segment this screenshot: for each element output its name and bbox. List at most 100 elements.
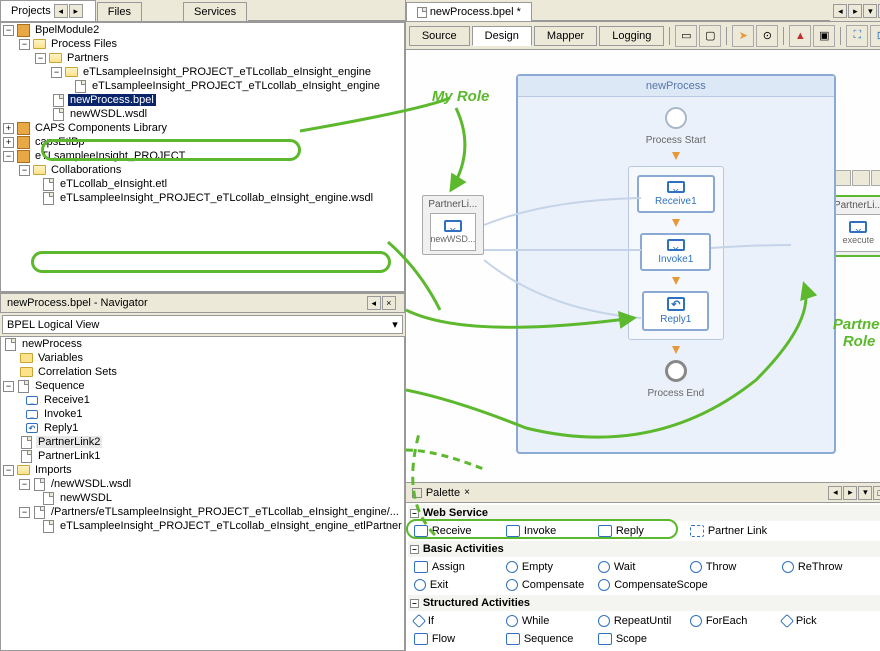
palette-pick[interactable]: Pick (776, 613, 866, 629)
tree-item[interactable]: Imports (33, 464, 74, 476)
palette-partnerlink[interactable]: Partner Link (684, 523, 774, 539)
palette-flow[interactable]: Flow (408, 631, 498, 647)
tree-item[interactable]: Receive1 (42, 394, 92, 406)
tool-cursor-icon[interactable]: ➤ (732, 25, 754, 47)
close-icon[interactable]: × (464, 487, 470, 498)
partner-link-left[interactable]: PartnerLi... newWSD... (422, 195, 484, 255)
view-design[interactable]: Design (472, 26, 532, 46)
collapse-icon[interactable]: − (410, 545, 419, 554)
palette-while[interactable]: While (500, 613, 590, 629)
tree-item[interactable]: PartnerLink2 (36, 436, 102, 448)
palette-scope[interactable]: Scope (592, 631, 682, 647)
tree-item[interactable]: Reply1 (42, 422, 80, 434)
tab-files[interactable]: Files (97, 2, 142, 21)
palette-receive[interactable]: Receive (408, 523, 498, 539)
tool-fit-icon[interactable]: ▣ (813, 25, 835, 47)
collapse-icon[interactable]: − (19, 39, 30, 50)
dropdown-icon[interactable]: ▾ (863, 4, 877, 18)
invoke-activity[interactable]: Invoke1 (640, 233, 711, 271)
palette-if[interactable]: If (408, 613, 498, 629)
view-source[interactable]: Source (409, 26, 470, 46)
tree-item[interactable]: Variables (36, 352, 85, 364)
tree-item[interactable]: eTLsampleeInsight_PROJECT_eTLcollab_eIns… (81, 66, 373, 78)
tool-zoom-icon[interactable]: ⊙ (756, 25, 778, 47)
projects-tree[interactable]: −BpelModule2 −Process Files −Partners −e… (0, 22, 405, 292)
palette-sequence[interactable]: Sequence (500, 631, 590, 647)
tree-item[interactable]: Collaborations (49, 164, 123, 176)
palette-max-icon[interactable]: □ (873, 486, 880, 500)
close-icon[interactable]: × (382, 296, 396, 310)
tree-item[interactable]: Process Files (49, 38, 119, 50)
palette-wait[interactable]: Wait (592, 559, 682, 575)
expand-icon[interactable]: + (3, 137, 14, 148)
receive-activity[interactable]: Receive1 (637, 175, 715, 213)
palette-assign[interactable]: Assign (408, 559, 498, 575)
tree-item[interactable]: eTLsampleeInsight_PROJECT_eTLcollab_eIns… (58, 192, 375, 204)
expand-icon[interactable]: + (3, 123, 14, 134)
view-logging[interactable]: Logging (599, 26, 664, 46)
tree-item[interactable]: Sequence (33, 380, 87, 392)
collapse-icon[interactable]: − (19, 165, 30, 176)
tree-item[interactable]: Invoke1 (42, 408, 85, 420)
tab-next-icon[interactable]: ▸ (69, 4, 83, 18)
palette-empty[interactable]: Empty (500, 559, 590, 575)
tab-projects[interactable]: Projects ◂ ▸ (0, 0, 96, 21)
palette-prev-icon[interactable]: ◂ (828, 486, 842, 500)
view-dropdown[interactable]: BPEL Logical View ▾ (2, 315, 403, 334)
tool-expand-icon[interactable]: ⛶ (846, 25, 868, 47)
collapse-icon[interactable]: − (3, 381, 14, 392)
tree-item-selected[interactable]: newProcess.bpel (68, 94, 156, 106)
navigator-tree[interactable]: newProcess Variables Correlation Sets − S… (0, 336, 405, 651)
palette-next-icon[interactable]: ▸ (843, 486, 857, 500)
partner-tool-icon[interactable] (833, 170, 851, 186)
end-node-icon[interactable] (665, 360, 687, 382)
collapse-icon[interactable]: − (19, 479, 30, 490)
start-node-icon[interactable] (665, 107, 687, 129)
tree-item[interactable]: eTLsampleeInsight_PROJECT (33, 150, 187, 162)
tree-item[interactable]: eTLsampleeInsight_PROJECT_eTLcollab_eIns… (90, 80, 382, 92)
palette-drop-icon[interactable]: ▾ (858, 486, 872, 500)
tree-item[interactable]: Correlation Sets (36, 366, 119, 378)
palette-reply[interactable]: Reply (592, 523, 682, 539)
palette-throw[interactable]: Throw (684, 559, 774, 575)
scroll-right-icon[interactable]: ▸ (848, 4, 862, 18)
palette-exit[interactable]: Exit (408, 577, 498, 593)
tool-validate-icon[interactable]: ▲ (789, 25, 811, 47)
tree-item[interactable]: newWSDL (58, 492, 114, 504)
palette-foreach[interactable]: ForEach (684, 613, 774, 629)
collapse-icon[interactable]: − (3, 465, 14, 476)
tree-item[interactable]: newProcess (20, 338, 84, 350)
collapse-icon[interactable]: − (410, 509, 419, 518)
tree-item[interactable]: eTLsampleeInsight_PROJECT_eTLcollab_eIns… (58, 520, 404, 532)
palette-rethrow[interactable]: ReThrow (776, 559, 866, 575)
partner-tool-icon[interactable] (871, 170, 880, 186)
tree-item[interactable]: /newWSDL.wsdl (49, 478, 133, 490)
tree-item[interactable]: eTLcollab_eInsight.etl (58, 178, 169, 190)
tool-collapse-icon[interactable]: ⊡ (870, 25, 880, 47)
tree-item[interactable]: Partners (65, 52, 111, 64)
tree-item[interactable]: newWSDL.wsdl (68, 108, 149, 120)
nav-prev-icon[interactable]: ◂ (367, 296, 381, 310)
tree-item[interactable]: CAPS Components Library (33, 122, 169, 134)
tree-item[interactable]: PartnerLink1 (36, 450, 102, 462)
reply-activity[interactable]: ↶ Reply1 (642, 291, 709, 331)
design-canvas[interactable]: My Role Partner Role PartnerLi... newWSD… (406, 50, 880, 482)
scroll-left-icon[interactable]: ◂ (833, 4, 847, 18)
tool-rect-icon[interactable]: ▢ (699, 25, 721, 47)
view-mapper[interactable]: Mapper (534, 26, 597, 46)
tree-item[interactable]: /Partners/eTLsampleeInsight_PROJECT_eTLc… (49, 506, 401, 518)
collapse-icon[interactable]: − (3, 151, 14, 162)
tree-item[interactable]: BpelModule2 (33, 24, 101, 36)
collapse-icon[interactable]: − (3, 25, 14, 36)
tool-select-icon[interactable]: ▭ (675, 25, 697, 47)
editor-tab[interactable]: newProcess.bpel * (406, 2, 532, 21)
palette-compensate[interactable]: Compensate (500, 577, 590, 593)
collapse-icon[interactable]: − (19, 507, 30, 518)
partner-tool-icon[interactable] (852, 170, 870, 186)
palette-repeat[interactable]: RepeatUntil (592, 613, 682, 629)
collapse-icon[interactable]: − (35, 53, 46, 64)
tab-prev-icon[interactable]: ◂ (54, 4, 68, 18)
tab-services[interactable]: Services (183, 2, 247, 21)
collapse-icon[interactable]: − (51, 67, 62, 78)
palette-compscope[interactable]: CompensateScope (592, 577, 714, 593)
